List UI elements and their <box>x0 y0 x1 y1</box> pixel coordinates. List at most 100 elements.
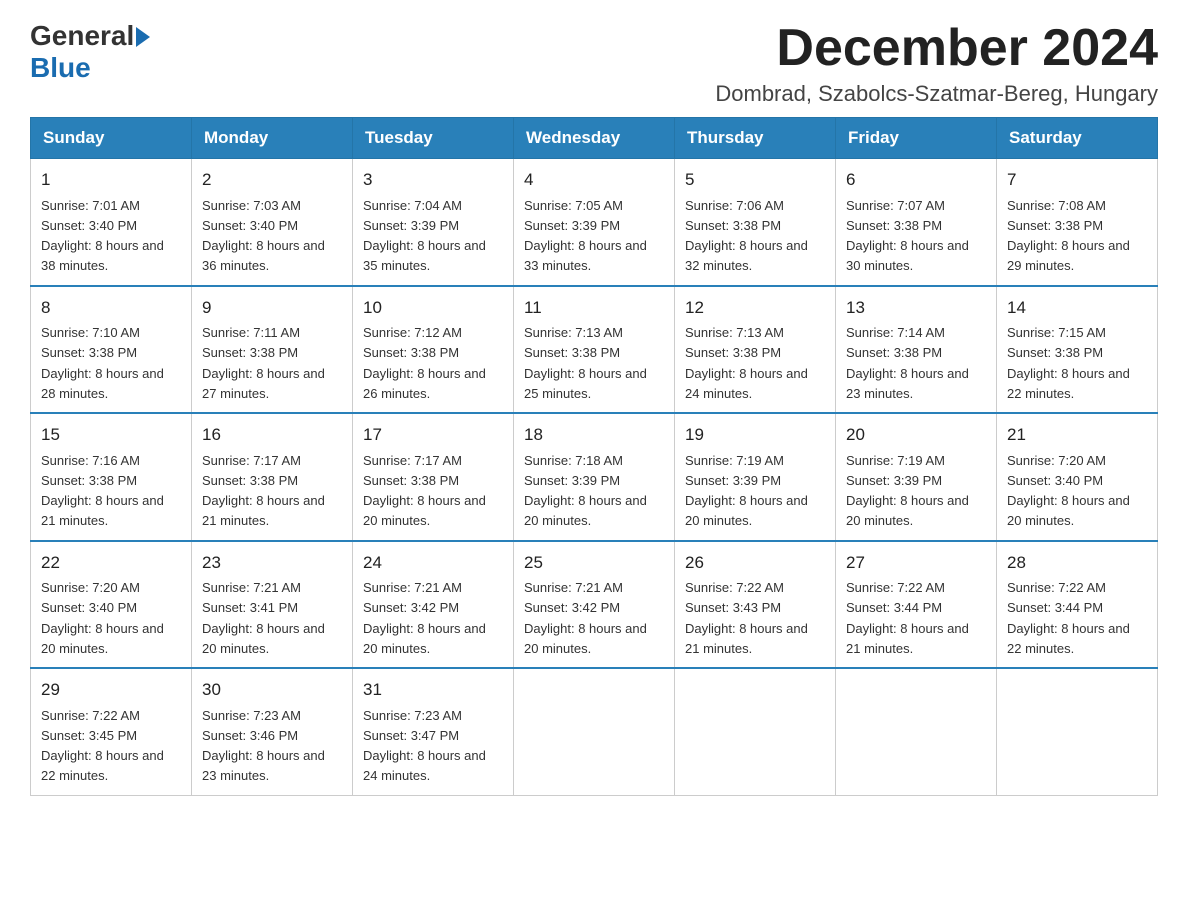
weekday-header: Wednesday <box>514 118 675 159</box>
day-info: Sunrise: 7:01 AMSunset: 3:40 PMDaylight:… <box>41 198 164 274</box>
calendar-week-row: 1 Sunrise: 7:01 AMSunset: 3:40 PMDayligh… <box>31 159 1158 286</box>
logo-blue-text: Blue <box>30 52 91 84</box>
day-info: Sunrise: 7:11 AMSunset: 3:38 PMDaylight:… <box>202 325 325 401</box>
calendar-day-cell: 18 Sunrise: 7:18 AMSunset: 3:39 PMDaylig… <box>514 413 675 541</box>
calendar-day-cell: 20 Sunrise: 7:19 AMSunset: 3:39 PMDaylig… <box>836 413 997 541</box>
day-info: Sunrise: 7:05 AMSunset: 3:39 PMDaylight:… <box>524 198 647 274</box>
day-info: Sunrise: 7:06 AMSunset: 3:38 PMDaylight:… <box>685 198 808 274</box>
day-info: Sunrise: 7:17 AMSunset: 3:38 PMDaylight:… <box>363 453 486 529</box>
day-info: Sunrise: 7:21 AMSunset: 3:42 PMDaylight:… <box>524 580 647 656</box>
calendar-day-cell: 31 Sunrise: 7:23 AMSunset: 3:47 PMDaylig… <box>353 668 514 795</box>
calendar-day-cell <box>836 668 997 795</box>
calendar-day-cell: 17 Sunrise: 7:17 AMSunset: 3:38 PMDaylig… <box>353 413 514 541</box>
calendar-header-row: SundayMondayTuesdayWednesdayThursdayFrid… <box>31 118 1158 159</box>
day-number: 31 <box>363 677 503 703</box>
calendar-day-cell: 23 Sunrise: 7:21 AMSunset: 3:41 PMDaylig… <box>192 541 353 669</box>
day-number: 21 <box>1007 422 1147 448</box>
day-number: 3 <box>363 167 503 193</box>
calendar-day-cell: 26 Sunrise: 7:22 AMSunset: 3:43 PMDaylig… <box>675 541 836 669</box>
day-info: Sunrise: 7:15 AMSunset: 3:38 PMDaylight:… <box>1007 325 1130 401</box>
weekday-header: Friday <box>836 118 997 159</box>
day-info: Sunrise: 7:23 AMSunset: 3:46 PMDaylight:… <box>202 708 325 784</box>
day-number: 1 <box>41 167 181 193</box>
day-info: Sunrise: 7:22 AMSunset: 3:44 PMDaylight:… <box>846 580 969 656</box>
logo-general-text: General <box>30 20 134 52</box>
calendar-day-cell: 8 Sunrise: 7:10 AMSunset: 3:38 PMDayligh… <box>31 286 192 414</box>
day-info: Sunrise: 7:19 AMSunset: 3:39 PMDaylight:… <box>685 453 808 529</box>
weekday-header: Saturday <box>997 118 1158 159</box>
day-number: 7 <box>1007 167 1147 193</box>
day-info: Sunrise: 7:20 AMSunset: 3:40 PMDaylight:… <box>41 580 164 656</box>
day-info: Sunrise: 7:22 AMSunset: 3:44 PMDaylight:… <box>1007 580 1130 656</box>
day-info: Sunrise: 7:12 AMSunset: 3:38 PMDaylight:… <box>363 325 486 401</box>
calendar-day-cell: 15 Sunrise: 7:16 AMSunset: 3:38 PMDaylig… <box>31 413 192 541</box>
day-info: Sunrise: 7:13 AMSunset: 3:38 PMDaylight:… <box>524 325 647 401</box>
calendar-day-cell: 28 Sunrise: 7:22 AMSunset: 3:44 PMDaylig… <box>997 541 1158 669</box>
calendar-day-cell: 2 Sunrise: 7:03 AMSunset: 3:40 PMDayligh… <box>192 159 353 286</box>
calendar-day-cell: 19 Sunrise: 7:19 AMSunset: 3:39 PMDaylig… <box>675 413 836 541</box>
day-info: Sunrise: 7:20 AMSunset: 3:40 PMDaylight:… <box>1007 453 1130 529</box>
page-header: General Blue December 2024 Dombrad, Szab… <box>30 20 1158 107</box>
day-info: Sunrise: 7:04 AMSunset: 3:39 PMDaylight:… <box>363 198 486 274</box>
calendar-day-cell: 14 Sunrise: 7:15 AMSunset: 3:38 PMDaylig… <box>997 286 1158 414</box>
logo-arrow-icon <box>136 27 150 47</box>
location-subtitle: Dombrad, Szabolcs-Szatmar-Bereg, Hungary <box>715 81 1158 107</box>
calendar-day-cell <box>675 668 836 795</box>
day-info: Sunrise: 7:23 AMSunset: 3:47 PMDaylight:… <box>363 708 486 784</box>
calendar-day-cell: 22 Sunrise: 7:20 AMSunset: 3:40 PMDaylig… <box>31 541 192 669</box>
title-area: December 2024 Dombrad, Szabolcs-Szatmar-… <box>715 20 1158 107</box>
day-number: 4 <box>524 167 664 193</box>
calendar-day-cell <box>997 668 1158 795</box>
day-number: 18 <box>524 422 664 448</box>
day-info: Sunrise: 7:16 AMSunset: 3:38 PMDaylight:… <box>41 453 164 529</box>
day-number: 23 <box>202 550 342 576</box>
day-number: 20 <box>846 422 986 448</box>
calendar-day-cell: 10 Sunrise: 7:12 AMSunset: 3:38 PMDaylig… <box>353 286 514 414</box>
calendar-day-cell: 9 Sunrise: 7:11 AMSunset: 3:38 PMDayligh… <box>192 286 353 414</box>
calendar-day-cell: 7 Sunrise: 7:08 AMSunset: 3:38 PMDayligh… <box>997 159 1158 286</box>
day-info: Sunrise: 7:14 AMSunset: 3:38 PMDaylight:… <box>846 325 969 401</box>
day-info: Sunrise: 7:17 AMSunset: 3:38 PMDaylight:… <box>202 453 325 529</box>
calendar-day-cell: 1 Sunrise: 7:01 AMSunset: 3:40 PMDayligh… <box>31 159 192 286</box>
month-title: December 2024 <box>715 20 1158 77</box>
day-number: 30 <box>202 677 342 703</box>
logo: General Blue <box>30 20 150 84</box>
calendar-day-cell: 5 Sunrise: 7:06 AMSunset: 3:38 PMDayligh… <box>675 159 836 286</box>
day-number: 9 <box>202 295 342 321</box>
calendar-week-row: 22 Sunrise: 7:20 AMSunset: 3:40 PMDaylig… <box>31 541 1158 669</box>
day-info: Sunrise: 7:08 AMSunset: 3:38 PMDaylight:… <box>1007 198 1130 274</box>
calendar-table: SundayMondayTuesdayWednesdayThursdayFrid… <box>30 117 1158 796</box>
day-info: Sunrise: 7:21 AMSunset: 3:41 PMDaylight:… <box>202 580 325 656</box>
day-number: 17 <box>363 422 503 448</box>
calendar-body: 1 Sunrise: 7:01 AMSunset: 3:40 PMDayligh… <box>31 159 1158 796</box>
day-info: Sunrise: 7:13 AMSunset: 3:38 PMDaylight:… <box>685 325 808 401</box>
day-number: 22 <box>41 550 181 576</box>
day-number: 28 <box>1007 550 1147 576</box>
calendar-week-row: 8 Sunrise: 7:10 AMSunset: 3:38 PMDayligh… <box>31 286 1158 414</box>
day-number: 6 <box>846 167 986 193</box>
calendar-week-row: 15 Sunrise: 7:16 AMSunset: 3:38 PMDaylig… <box>31 413 1158 541</box>
calendar-day-cell: 27 Sunrise: 7:22 AMSunset: 3:44 PMDaylig… <box>836 541 997 669</box>
day-number: 12 <box>685 295 825 321</box>
day-info: Sunrise: 7:22 AMSunset: 3:43 PMDaylight:… <box>685 580 808 656</box>
day-info: Sunrise: 7:03 AMSunset: 3:40 PMDaylight:… <box>202 198 325 274</box>
calendar-day-cell: 21 Sunrise: 7:20 AMSunset: 3:40 PMDaylig… <box>997 413 1158 541</box>
calendar-day-cell: 12 Sunrise: 7:13 AMSunset: 3:38 PMDaylig… <box>675 286 836 414</box>
calendar-day-cell: 4 Sunrise: 7:05 AMSunset: 3:39 PMDayligh… <box>514 159 675 286</box>
weekday-header: Sunday <box>31 118 192 159</box>
day-number: 14 <box>1007 295 1147 321</box>
calendar-day-cell: 6 Sunrise: 7:07 AMSunset: 3:38 PMDayligh… <box>836 159 997 286</box>
calendar-day-cell <box>514 668 675 795</box>
day-number: 16 <box>202 422 342 448</box>
calendar-day-cell: 16 Sunrise: 7:17 AMSunset: 3:38 PMDaylig… <box>192 413 353 541</box>
calendar-day-cell: 25 Sunrise: 7:21 AMSunset: 3:42 PMDaylig… <box>514 541 675 669</box>
day-info: Sunrise: 7:18 AMSunset: 3:39 PMDaylight:… <box>524 453 647 529</box>
day-info: Sunrise: 7:21 AMSunset: 3:42 PMDaylight:… <box>363 580 486 656</box>
calendar-day-cell: 29 Sunrise: 7:22 AMSunset: 3:45 PMDaylig… <box>31 668 192 795</box>
day-number: 8 <box>41 295 181 321</box>
day-info: Sunrise: 7:22 AMSunset: 3:45 PMDaylight:… <box>41 708 164 784</box>
day-number: 29 <box>41 677 181 703</box>
calendar-day-cell: 3 Sunrise: 7:04 AMSunset: 3:39 PMDayligh… <box>353 159 514 286</box>
day-number: 2 <box>202 167 342 193</box>
day-number: 25 <box>524 550 664 576</box>
